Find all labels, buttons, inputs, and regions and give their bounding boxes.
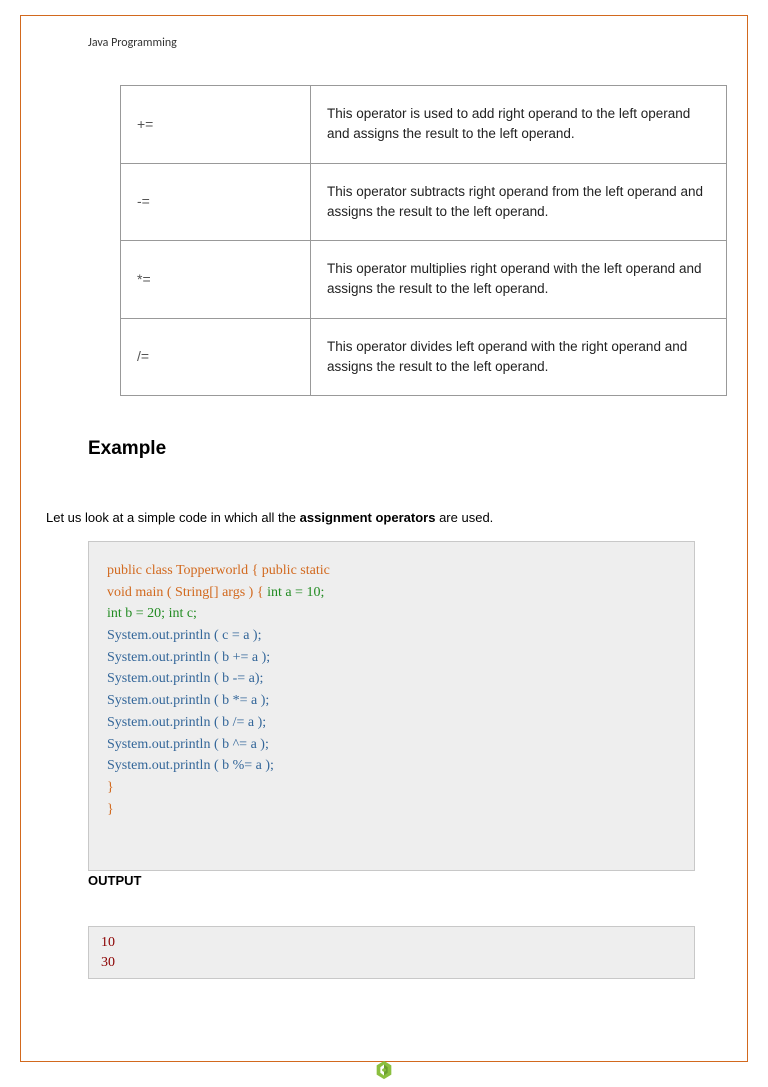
code-line: System.out.println ( b += a ); [107, 647, 676, 669]
table-row: *= This operator multiplies right operan… [121, 241, 727, 319]
operator-desc: This operator is used to add right opera… [311, 86, 727, 164]
intro-bold: assignment operators [300, 510, 436, 525]
intro-text: Let us look at a simple code in which al… [46, 510, 300, 525]
operator-symbol: += [121, 86, 311, 164]
operator-symbol: *= [121, 241, 311, 319]
code-line: System.out.println ( c = a ); [107, 625, 676, 647]
code-line: System.out.println ( b -= a); [107, 668, 676, 690]
page-header: Java Programming [88, 36, 177, 50]
code-line: System.out.println ( b %= a ); [107, 755, 676, 777]
intro-text: are used. [435, 510, 493, 525]
output-line: 30 [101, 953, 682, 973]
operator-desc: This operator divides left operand with … [311, 318, 727, 396]
example-heading: Example [88, 438, 732, 460]
table-row: -= This operator subtracts right operand… [121, 163, 727, 241]
operator-desc: This operator subtracts right operand fr… [311, 163, 727, 241]
code-block: public class Topperworld { public static… [88, 541, 695, 871]
code-keyword: void main ( String[] args ) { [107, 585, 267, 600]
code-literal: int a = 10; [267, 585, 324, 600]
operator-desc: This operator multiplies right operand w… [311, 241, 727, 319]
output-label: OUTPUT [88, 873, 732, 888]
code-line: } [107, 799, 676, 821]
code-line: System.out.println ( b ^= a ); [107, 734, 676, 756]
code-line: System.out.println ( b *= a ); [107, 690, 676, 712]
code-line: System.out.println ( b /= a ); [107, 712, 676, 734]
code-line: void main ( String[] args ) { int a = 10… [107, 582, 676, 604]
code-line: } [107, 777, 676, 799]
code-line: public class Topperworld { public static [107, 560, 676, 582]
example-intro: Let us look at a simple code in which al… [46, 510, 732, 525]
code-line: int b = 20; int c; [107, 603, 676, 625]
page-content: += This operator is used to add right op… [36, 85, 732, 979]
operator-symbol: -= [121, 163, 311, 241]
output-line: 10 [101, 933, 682, 953]
logo-icon [373, 1059, 395, 1081]
operator-symbol: /= [121, 318, 311, 396]
output-block: 10 30 [88, 926, 695, 979]
operators-table: += This operator is used to add right op… [120, 85, 727, 396]
table-row: /= This operator divides left operand wi… [121, 318, 727, 396]
table-row: += This operator is used to add right op… [121, 86, 727, 164]
